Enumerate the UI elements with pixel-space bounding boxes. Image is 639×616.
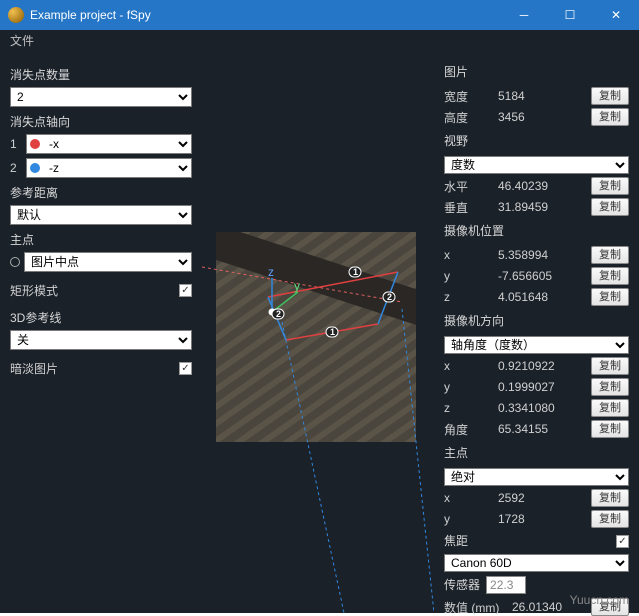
- focal-section-label: 焦距: [444, 532, 610, 549]
- campos-z-value: 4.051648: [498, 290, 585, 304]
- rect-mode-checkbox[interactable]: ✓: [179, 284, 192, 297]
- camori-y-value: 0.1999027: [498, 380, 585, 394]
- fov-v-value: 31.89459: [498, 200, 585, 214]
- fov-mode-select[interactable]: 度数: [444, 156, 629, 174]
- watermark: Yuucn.com: [570, 593, 629, 607]
- width-label: 宽度: [444, 88, 492, 105]
- campos-z-label: z: [444, 290, 492, 304]
- pp-x-label: x: [444, 491, 492, 505]
- vp-count-label: 消失点数量: [10, 66, 192, 83]
- axis-x-dot-icon: [30, 139, 40, 149]
- copy-camori-angle-button[interactable]: 复制: [591, 420, 629, 438]
- focal-checkbox[interactable]: ✓: [616, 535, 629, 548]
- camori-x-label: x: [444, 359, 492, 373]
- dim-image-label: 暗淡图片: [10, 360, 58, 377]
- svg-text:z: z: [268, 265, 274, 279]
- copy-height-button[interactable]: 复制: [591, 108, 629, 126]
- calibration-overlay: z y 1 1 2 2: [202, 52, 434, 613]
- menu-file[interactable]: 文件: [10, 34, 34, 48]
- copy-pp-y-button[interactable]: 复制: [591, 510, 629, 528]
- axis-z-dot-icon: [30, 163, 40, 173]
- fov-h-label: 水平: [444, 178, 492, 195]
- rect-mode-label: 矩形模式: [10, 282, 58, 299]
- copy-camori-y-button[interactable]: 复制: [591, 378, 629, 396]
- height-value: 3456: [498, 110, 585, 124]
- sensor-section-label: 传感器: [444, 576, 480, 593]
- svg-text:1: 1: [353, 267, 358, 277]
- fov-h-value: 46.40239: [498, 179, 585, 193]
- copy-campos-x-button[interactable]: 复制: [591, 246, 629, 264]
- fov-section-label: 视野: [444, 132, 629, 149]
- copy-campos-y-button[interactable]: 复制: [591, 267, 629, 285]
- close-button[interactable]: ✕: [593, 0, 639, 30]
- copy-fov-v-button[interactable]: 复制: [591, 198, 629, 216]
- campos-y-value: -7.656605: [498, 269, 585, 283]
- width-value: 5184: [498, 89, 585, 103]
- cam-pos-section-label: 摄像机位置: [444, 222, 629, 239]
- svg-text:1: 1: [330, 327, 335, 337]
- fov-v-label: 垂直: [444, 199, 492, 216]
- pp-label: 主点: [10, 231, 192, 248]
- pp-section-label: 主点: [444, 444, 629, 461]
- cam-ori-section-label: 摄像机方向: [444, 312, 629, 329]
- camori-y-label: y: [444, 380, 492, 394]
- copy-camori-x-button[interactable]: 复制: [591, 357, 629, 375]
- axis-row1-index: 1: [10, 137, 22, 151]
- camori-angle-value: 65.34155: [498, 422, 585, 436]
- pp-radio-icon[interactable]: [10, 257, 20, 267]
- image-section-label: 图片: [444, 63, 629, 80]
- svg-text:2: 2: [387, 292, 392, 302]
- window-title: Example project - fSpy: [30, 8, 501, 22]
- pp-x-value: 2592: [498, 491, 585, 505]
- right-panel: 图片 宽度5184复制 高度3456复制 视野 度数 水平46.40239复制 …: [434, 52, 639, 613]
- campos-y-label: y: [444, 269, 492, 283]
- dim-image-checkbox[interactable]: ✓: [179, 362, 192, 375]
- camori-z-label: z: [444, 401, 492, 415]
- copy-fov-h-button[interactable]: 复制: [591, 177, 629, 195]
- ref3d-label: 3D参考线: [10, 309, 192, 326]
- svg-text:2: 2: [276, 309, 281, 319]
- copy-pp-x-button[interactable]: 复制: [591, 489, 629, 507]
- axis-1-select[interactable]: -x: [26, 134, 192, 154]
- camori-z-value: 0.3341080: [498, 401, 585, 415]
- copy-campos-z-button[interactable]: 复制: [591, 288, 629, 306]
- pp-select[interactable]: 图片中点: [24, 252, 192, 272]
- left-panel: 消失点数量 2 消失点轴向 1 -x 2 -z 参考距离 默认 主点 图片中点 …: [0, 52, 202, 613]
- ref-distance-select[interactable]: 默认: [10, 205, 192, 225]
- copy-camori-z-button[interactable]: 复制: [591, 399, 629, 417]
- ref3d-select[interactable]: 关: [10, 330, 192, 350]
- camori-x-value: 0.9210922: [498, 359, 585, 373]
- minimize-button[interactable]: ─: [501, 0, 547, 30]
- app-logo-icon: [8, 7, 24, 23]
- viewport[interactable]: z y 1 1 2 2: [202, 52, 434, 613]
- svg-text:y: y: [294, 279, 300, 293]
- height-label: 高度: [444, 109, 492, 126]
- focal-preset-select[interactable]: Canon 60D: [444, 554, 629, 572]
- vp-axis-label: 消失点轴向: [10, 113, 192, 130]
- maximize-button[interactable]: ☐: [547, 0, 593, 30]
- pp-y-value: 1728: [498, 512, 585, 526]
- pp-mode-select[interactable]: 绝对: [444, 468, 629, 486]
- camori-angle-label: 角度: [444, 421, 492, 438]
- copy-width-button[interactable]: 复制: [591, 87, 629, 105]
- axis-2-select[interactable]: -z: [26, 158, 192, 178]
- sensor-input[interactable]: 22.3: [486, 576, 526, 594]
- campos-x-label: x: [444, 248, 492, 262]
- campos-x-value: 5.358994: [498, 248, 585, 262]
- axis-row2-index: 2: [10, 161, 22, 175]
- ref-distance-label: 参考距离: [10, 184, 192, 201]
- pp-y-label: y: [444, 512, 492, 526]
- cam-ori-mode-select[interactable]: 轴角度（度数）: [444, 336, 629, 354]
- vp-count-select[interactable]: 2: [10, 87, 192, 107]
